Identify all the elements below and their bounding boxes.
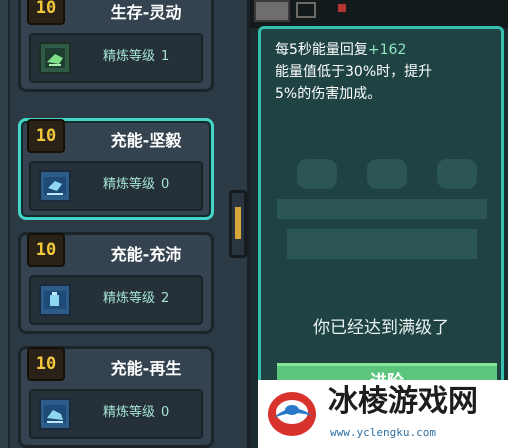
list-scrollbar[interactable] — [229, 190, 247, 258]
desc-text: 每5秒能量回复 — [275, 42, 368, 58]
robot-sprite-icon — [254, 0, 290, 22]
battery-blue-icon — [39, 284, 71, 316]
level-badge: 10 — [27, 233, 65, 267]
frame-deco-icon — [296, 2, 316, 18]
desc-line-3: 5%的伤害加成。 — [275, 86, 382, 102]
refine-value: 0 — [161, 177, 170, 192]
refine-level: 精炼等级 0 — [97, 174, 207, 196]
scene-strip — [250, 0, 508, 28]
talent-card-charge-firm[interactable]: 10 充能-坚毅 精炼等级 0 — [18, 118, 214, 220]
level-badge: 10 — [27, 119, 65, 153]
talent-name: 充能-坚毅 — [110, 131, 182, 150]
desc-line-2: 能量值低于30%时，提升 — [275, 64, 433, 80]
refine-label: 精炼等级 — [103, 177, 156, 192]
refine-level: 精炼等级 1 — [97, 46, 207, 68]
background-machine-icon — [277, 159, 487, 269]
refine-value: 2 — [161, 291, 170, 306]
talent-card-survival-agile[interactable]: 10 生存-灵动 精炼等级 1 — [18, 0, 214, 92]
watermark-url: www.yclengku.com — [330, 426, 436, 439]
watermark-logo-icon — [264, 384, 320, 442]
refine-value: 0 — [161, 405, 170, 420]
talent-list-panel: 10 生存-灵动 精炼等级 1 10 充能-坚毅 精炼等级 0 10 充能-充沛… — [0, 0, 250, 448]
energy-regen-value: +162 — [367, 42, 407, 58]
watermark-title: 冰棱游戏网 — [328, 384, 478, 419]
max-level-status: 你已经达到满级了 — [313, 318, 449, 338]
desc-line-1: 每5秒能量回复+162 — [275, 39, 501, 61]
shield-green-icon — [39, 42, 71, 74]
red-marker-icon — [338, 4, 346, 12]
battery-blue-icon — [39, 398, 71, 430]
refine-label: 精炼等级 — [103, 291, 156, 306]
talent-card-charge-regen[interactable]: 10 充能-再生 精炼等级 0 — [18, 346, 214, 448]
refine-level: 精炼等级 0 — [97, 402, 207, 424]
level-badge: 10 — [27, 347, 65, 381]
talent-name: 充能-再生 — [110, 359, 182, 378]
battery-blue-icon — [39, 170, 71, 202]
refine-value: 1 — [161, 49, 170, 64]
refine-label: 精炼等级 — [103, 49, 156, 64]
refine-level: 精炼等级 2 — [97, 288, 207, 310]
talent-name: 生存-灵动 — [110, 3, 182, 22]
scrollbar-thumb[interactable] — [235, 207, 241, 239]
talent-description: 每5秒能量回复+162 能量值低于30%时，提升 5%的伤害加成。 — [275, 39, 501, 105]
talent-name: 充能-充沛 — [110, 245, 182, 264]
site-watermark: 冰棱游戏网 www.yclengku.com — [258, 380, 508, 448]
talent-card-charge-abundant[interactable]: 10 充能-充沛 精炼等级 2 — [18, 232, 214, 334]
refine-label: 精炼等级 — [103, 405, 156, 420]
level-badge: 10 — [27, 0, 65, 25]
